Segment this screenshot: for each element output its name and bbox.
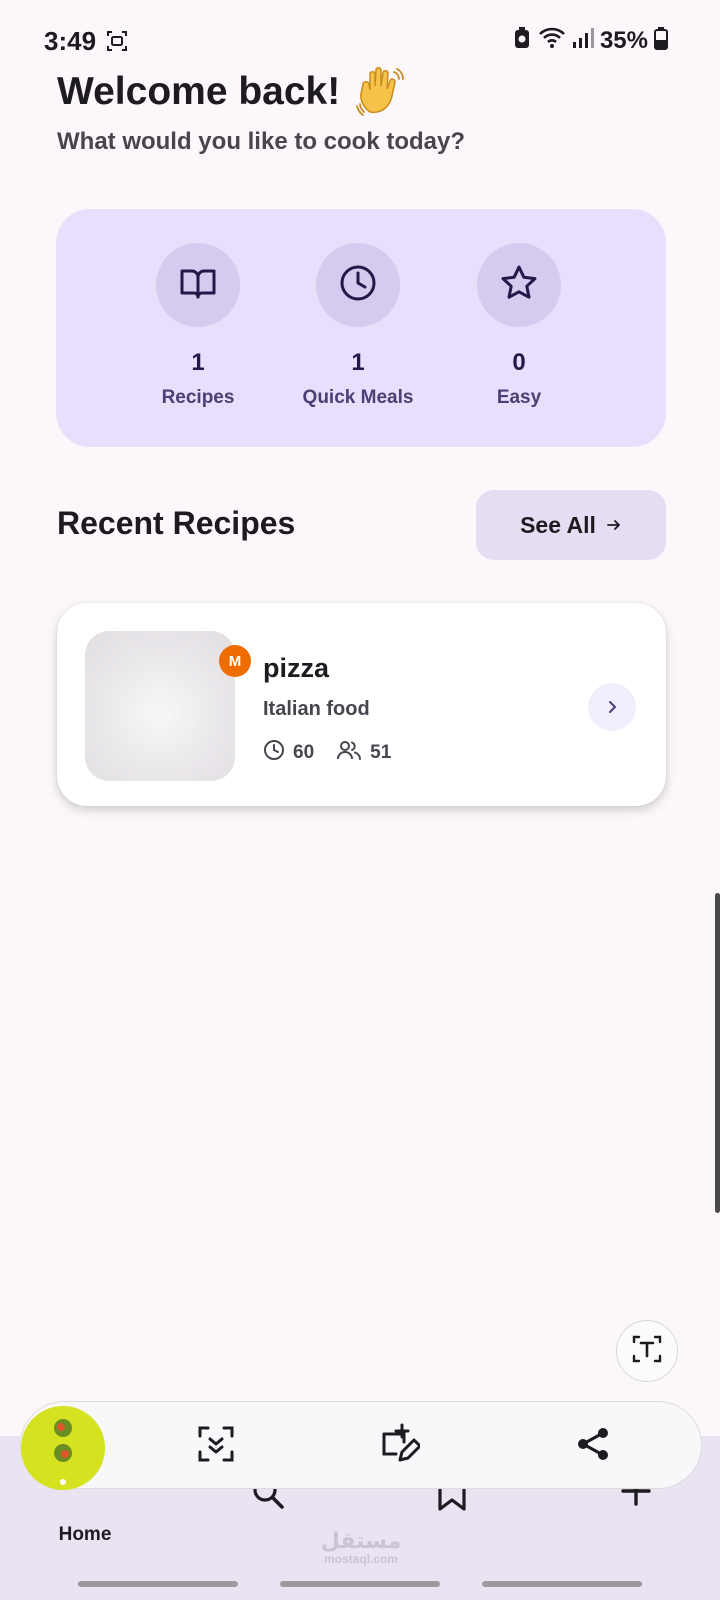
stat-label: Easy (496, 387, 542, 408)
book-icon (178, 263, 218, 308)
recipe-time-value: 60 (293, 742, 315, 763)
recipe-meta: 60 51 (263, 739, 413, 767)
gesture-handle-center[interactable] (280, 1581, 440, 1587)
recent-recipes-title: Recent Recipes (57, 505, 296, 541)
scroll-capture-icon (196, 1424, 236, 1469)
recipe-thumbnail: M (85, 631, 251, 781)
edit-screenshot-button[interactable] (376, 1422, 422, 1471)
nav-home-label: Home (58, 1524, 112, 1545)
recipe-servings-value: 51 (370, 742, 392, 763)
stat-recipes[interactable]: 1 Recipes (118, 243, 278, 409)
see-all-button[interactable]: See All (476, 490, 666, 560)
plus-icon (621, 1476, 651, 1510)
page-subtitle: What would you like to cook today? (57, 128, 466, 155)
stat-icon-circle (156, 243, 240, 327)
scrollbar[interactable] (715, 893, 720, 1213)
watermark-latin: mostaql.com (323, 1552, 398, 1566)
search-icon (251, 1478, 285, 1514)
battery-saver-icon (512, 26, 532, 55)
battery-icon (654, 26, 668, 55)
arrow-right-icon (606, 512, 622, 539)
recipe-servings: 51 (336, 739, 391, 767)
share-screenshot-button[interactable] (571, 1424, 615, 1468)
recipe-name: pizza (263, 653, 330, 683)
watermark-arabic: مستقل (320, 1528, 402, 1553)
status-time: 3:49 (44, 26, 97, 56)
gesture-handle-right[interactable] (482, 1581, 642, 1587)
stat-icon-circle (477, 243, 561, 327)
gesture-handle-left[interactable] (78, 1581, 238, 1587)
stat-value: 1 (351, 349, 365, 376)
screen-record-icon (106, 30, 128, 57)
stat-value: 0 (512, 349, 526, 376)
page-title: Welcome back! (57, 70, 341, 113)
signal-icon (572, 27, 594, 54)
crop-edit-icon (376, 1422, 422, 1471)
stat-value: 1 (191, 349, 205, 376)
stats-card: 1 Recipes 1 Quick Meals 0 Easy (56, 209, 666, 447)
battery-percent: 35% (599, 26, 648, 54)
clock-icon (338, 263, 378, 308)
people-icon (336, 739, 362, 767)
waving-hand-icon (356, 66, 404, 123)
recipe-badge: M (219, 645, 251, 677)
see-all-label: See All (520, 511, 596, 538)
stat-icon-circle (316, 243, 400, 327)
recipe-category: Italian food (263, 698, 370, 720)
watermark: مستقل mostaql.com (316, 1528, 406, 1566)
star-icon (499, 263, 539, 308)
chevron-right-icon[interactable] (588, 683, 636, 731)
text-scan-icon (631, 1333, 663, 1370)
recipe-card[interactable]: M pizza Italian food 60 51 (57, 603, 666, 806)
nav-home[interactable]: Home (25, 1484, 145, 1546)
stat-label: Quick Meals (302, 387, 414, 408)
stat-quick-meals[interactable]: 1 Quick Meals (278, 243, 438, 409)
wifi-icon (538, 26, 566, 55)
stat-easy[interactable]: 0 Easy (439, 243, 599, 409)
share-icon (575, 1426, 611, 1467)
bookmark-icon (437, 1477, 467, 1516)
screenshot-preview[interactable] (21, 1406, 105, 1490)
clock-icon (263, 739, 285, 767)
recipe-time: 60 (263, 739, 314, 767)
stat-label: Recipes (161, 387, 235, 408)
text-extract-button[interactable] (616, 1320, 678, 1382)
scroll-capture-button[interactable] (194, 1424, 238, 1468)
screenshot-toolbar (20, 1401, 702, 1490)
